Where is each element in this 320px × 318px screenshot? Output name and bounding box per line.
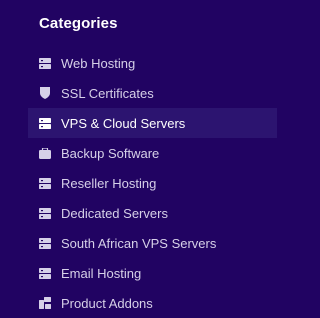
sidebar-item-label: SSL Certificates: [61, 85, 154, 101]
sidebar-item-reseller-hosting[interactable]: Reseller Hosting: [0, 168, 284, 198]
server-icon: [39, 117, 51, 129]
categories-menu: Web Hosting SSL Certificates VPS & Cloud…: [0, 48, 284, 318]
sidebar-item-label: Reseller Hosting: [61, 175, 157, 191]
server-icon: [39, 237, 51, 249]
categories-panel: Categories Web Hosting SSL Certificates: [0, 0, 284, 312]
sidebar-item-backup-software[interactable]: Backup Software: [0, 138, 284, 168]
sidebar-item-web-hosting[interactable]: Web Hosting: [0, 48, 284, 78]
sidebar-item-label: Web Hosting: [61, 55, 136, 71]
sidebar-item-label: Dedicated Servers: [61, 205, 168, 221]
server-icon: [39, 57, 51, 69]
cubes-icon: [39, 297, 51, 309]
sidebar-item-product-addons[interactable]: Product Addons: [0, 288, 284, 318]
shield-icon: [39, 87, 51, 99]
server-icon: [39, 207, 51, 219]
categories-heading: Categories: [39, 15, 118, 32]
sidebar-item-label: VPS & Cloud Servers: [61, 115, 186, 131]
sidebar-item-label: Backup Software: [61, 145, 160, 161]
briefcase-icon: [39, 147, 51, 159]
server-icon: [39, 177, 51, 189]
sidebar-item-dedicated-servers[interactable]: Dedicated Servers: [0, 198, 284, 228]
sidebar-item-label: Product Addons: [61, 295, 153, 311]
sidebar-item-label: Email Hosting: [61, 265, 142, 281]
server-icon: [39, 267, 51, 279]
sidebar-item-vps-cloud-servers[interactable]: VPS & Cloud Servers: [28, 108, 277, 138]
sidebar-item-south-african-vps-servers[interactable]: South African VPS Servers: [0, 228, 284, 258]
sidebar-item-label: South African VPS Servers: [61, 235, 217, 251]
sidebar-item-ssl-certificates[interactable]: SSL Certificates: [0, 78, 284, 108]
sidebar-item-email-hosting[interactable]: Email Hosting: [0, 258, 284, 288]
